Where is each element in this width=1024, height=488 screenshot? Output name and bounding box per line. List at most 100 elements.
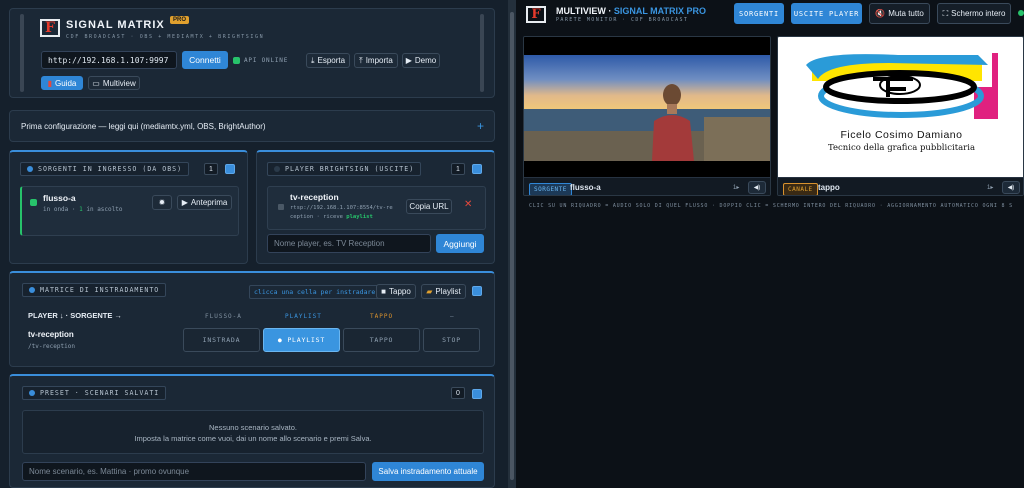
- brand-title: SIGNAL MATRIX: [66, 19, 165, 31]
- square-icon: ■: [381, 287, 387, 296]
- playlist-button[interactable]: ▰ Playlist: [421, 284, 466, 299]
- tile-source-name: flusso-a: [570, 183, 601, 192]
- outputs-tab-button[interactable]: USCITE PLAYER: [791, 3, 862, 24]
- brand-logo: F: [40, 19, 60, 37]
- player-name: tv-reception: [290, 192, 339, 202]
- presets-collapse-toggle[interactable]: [472, 389, 482, 399]
- multiview-title-b: SIGNAL MATRIX PRO: [613, 6, 706, 16]
- api-status-icon: [233, 57, 240, 64]
- matrix-collapse-toggle[interactable]: [472, 286, 482, 296]
- control-pane: F SIGNAL MATRIX PRO CDF BROADCAST · OBS …: [0, 0, 508, 488]
- multiview-subtitle: PARETE MONITOR · CDF BROADCAST: [556, 17, 689, 23]
- tappo-label: Tappo: [389, 287, 411, 296]
- player-url-line1: rtsp://192.168.1.107:8554/tv-re: [290, 205, 393, 211]
- connect-button[interactable]: Connetti: [182, 51, 228, 69]
- multiview-title-a: MULTIVIEW ·: [556, 6, 614, 16]
- tile-speaker-button[interactable]: ◀): [1002, 181, 1020, 194]
- preview-button[interactable]: ▶ Anteprima: [177, 195, 232, 210]
- play-icon: ▶: [405, 56, 412, 65]
- api-status-text: API ONLINE: [244, 57, 289, 64]
- sources-collapse-toggle[interactable]: [225, 164, 235, 174]
- splitter-handle[interactable]: [510, 12, 514, 480]
- card-name: Ficelo Cosimo Damiano: [840, 129, 963, 141]
- demo-button[interactable]: ▶ Demo: [402, 53, 440, 68]
- players-title: PLAYER BRIGHTSIGN (USCITE): [267, 162, 422, 176]
- matrix-row-name: tv-reception: [28, 330, 74, 339]
- presets-panel: PRESET · SCENARI SALVATI 0 Nessuno scena…: [9, 374, 495, 488]
- mute-all-button[interactable]: 🔇 Muta tutto: [869, 3, 930, 24]
- sources-panel: SORGENTI IN INGRESSO (DA OBS) 1 flusso-a…: [9, 150, 248, 264]
- multiview-label: Multiview: [102, 78, 136, 88]
- presets-empty-line2: Imposta la matrice come vuoi, dai un nom…: [134, 434, 372, 443]
- source-meta-prefix: in onda ·: [43, 206, 80, 213]
- source-live-icon: [30, 199, 37, 206]
- copy-url-button[interactable]: Copia URL: [406, 199, 452, 214]
- save-routing-button[interactable]: Salva instradamento attuale: [372, 462, 484, 481]
- presets-empty-state: Nessuno scenario salvato. Imposta la mat…: [22, 410, 484, 454]
- multiview-hint: CLIC SU UN RIQUADRO = AUDIO SOLO DI QUEL…: [529, 203, 1013, 209]
- guide-label: Guida: [55, 78, 77, 88]
- presets-empty-line1: Nessuno scenario salvato.: [209, 423, 297, 432]
- tile-audio-level: 1▸: [733, 185, 740, 191]
- multiview-logo: F: [526, 6, 546, 23]
- section-dot-icon: [29, 287, 35, 293]
- live-status-icon: [1018, 10, 1024, 16]
- matrix-cell-tappo[interactable]: TAPPO: [343, 328, 420, 352]
- pane-splitter[interactable]: [508, 0, 516, 488]
- source-settings-button[interactable]: ✹: [152, 195, 172, 210]
- sources-tab-button[interactable]: SORGENTI: [734, 3, 784, 24]
- header-scroll-right: [480, 14, 484, 92]
- matrix-panel: MATRICE DI INSTRADAMENTO clicca una cell…: [9, 271, 495, 367]
- add-player-button[interactable]: Aggiungi: [436, 234, 484, 253]
- import-button[interactable]: ⤒ Importa: [354, 53, 398, 68]
- player-item: tv-reception rtsp://192.168.1.107:8554/t…: [267, 186, 486, 230]
- player-url: rtsp://192.168.1.107:8554/tv-re ception ·…: [290, 204, 393, 222]
- export-button[interactable]: ⤓ Esporta: [306, 53, 350, 68]
- matrix-cell-instrada[interactable]: INSTRADA: [183, 328, 260, 352]
- matrix-hint: clicca una cella per instradare: [249, 285, 381, 299]
- fullscreen-icon: ⛶: [942, 8, 949, 18]
- video-frame-beach: [524, 37, 770, 177]
- tile-channel-name: tappo: [818, 183, 840, 192]
- preview-label: Anteprima: [190, 198, 228, 207]
- matrix-cell-playlist[interactable]: ● PLAYLIST: [263, 328, 340, 352]
- matrix-cell-stop[interactable]: STOP: [423, 328, 480, 352]
- tile-channel-tag: CANALE: [783, 183, 818, 195]
- setup-accordion[interactable]: Prima configurazione — leggi qui (mediam…: [9, 110, 495, 142]
- multiview-tile-tappo[interactable]: Ficelo Cosimo Damiano Tecnico della graf…: [777, 36, 1024, 196]
- section-dot-icon: [29, 390, 35, 396]
- header-scroll-left: [20, 14, 24, 92]
- tile-audio-level: 1▸: [987, 185, 994, 191]
- setup-label: Prima configurazione — leggi qui (mediam…: [21, 122, 266, 131]
- source-name: flusso-a: [43, 193, 76, 203]
- expand-icon[interactable]: +: [477, 119, 484, 133]
- guide-button[interactable]: ▮ Guida: [41, 76, 83, 90]
- player-url-text: ception · riceve: [290, 214, 343, 220]
- tappo-button[interactable]: ■ Tappo: [376, 284, 416, 299]
- export-label: Esporta: [317, 56, 346, 65]
- speaker-icon: ◀): [1007, 185, 1015, 191]
- api-url-input[interactable]: http://192.168.1.107:9997: [41, 51, 177, 69]
- download-icon: ⤓: [310, 55, 315, 65]
- book-icon: ▮: [47, 78, 53, 88]
- source-item: flusso-a in onda · 1 in ascolto ✹ ▶ Antep…: [20, 186, 239, 236]
- presets-title-text: PRESET · SCENARI SALVATI: [40, 389, 160, 397]
- source-meta-suffix: in ascolto: [82, 206, 123, 213]
- fullscreen-button[interactable]: ⛶ Schermo intero: [937, 3, 1011, 24]
- folder-icon: ▰: [426, 287, 433, 296]
- pro-badge: PRO: [170, 16, 190, 24]
- player-name-input[interactable]: Nome player, es. TV Reception: [267, 234, 431, 253]
- multiview-tile-flusso-a[interactable]: SORGENTE flusso-a 1▸ ◀): [523, 36, 771, 196]
- tile-source-tag: SORGENTE: [529, 183, 572, 195]
- remove-player-icon[interactable]: ✕: [464, 199, 472, 210]
- play-icon: ▶: [181, 198, 188, 207]
- multiview-button[interactable]: ▭ Multiview: [88, 76, 140, 90]
- header-panel: F SIGNAL MATRIX PRO CDF BROADCAST · OBS …: [9, 8, 495, 98]
- section-dot-icon: [274, 166, 280, 172]
- players-collapse-toggle[interactable]: [472, 164, 482, 174]
- preset-name-input[interactable]: Nome scenario, es. Mattina · promo ovunq…: [22, 462, 366, 481]
- speaker-icon: ◀): [753, 185, 761, 191]
- brand-tagline: CDF BROADCAST · OBS + MEDIAMTX + BRIGHTS…: [66, 34, 265, 40]
- tile-speaker-button[interactable]: ◀): [748, 181, 766, 194]
- playlist-label: Playlist: [435, 287, 461, 296]
